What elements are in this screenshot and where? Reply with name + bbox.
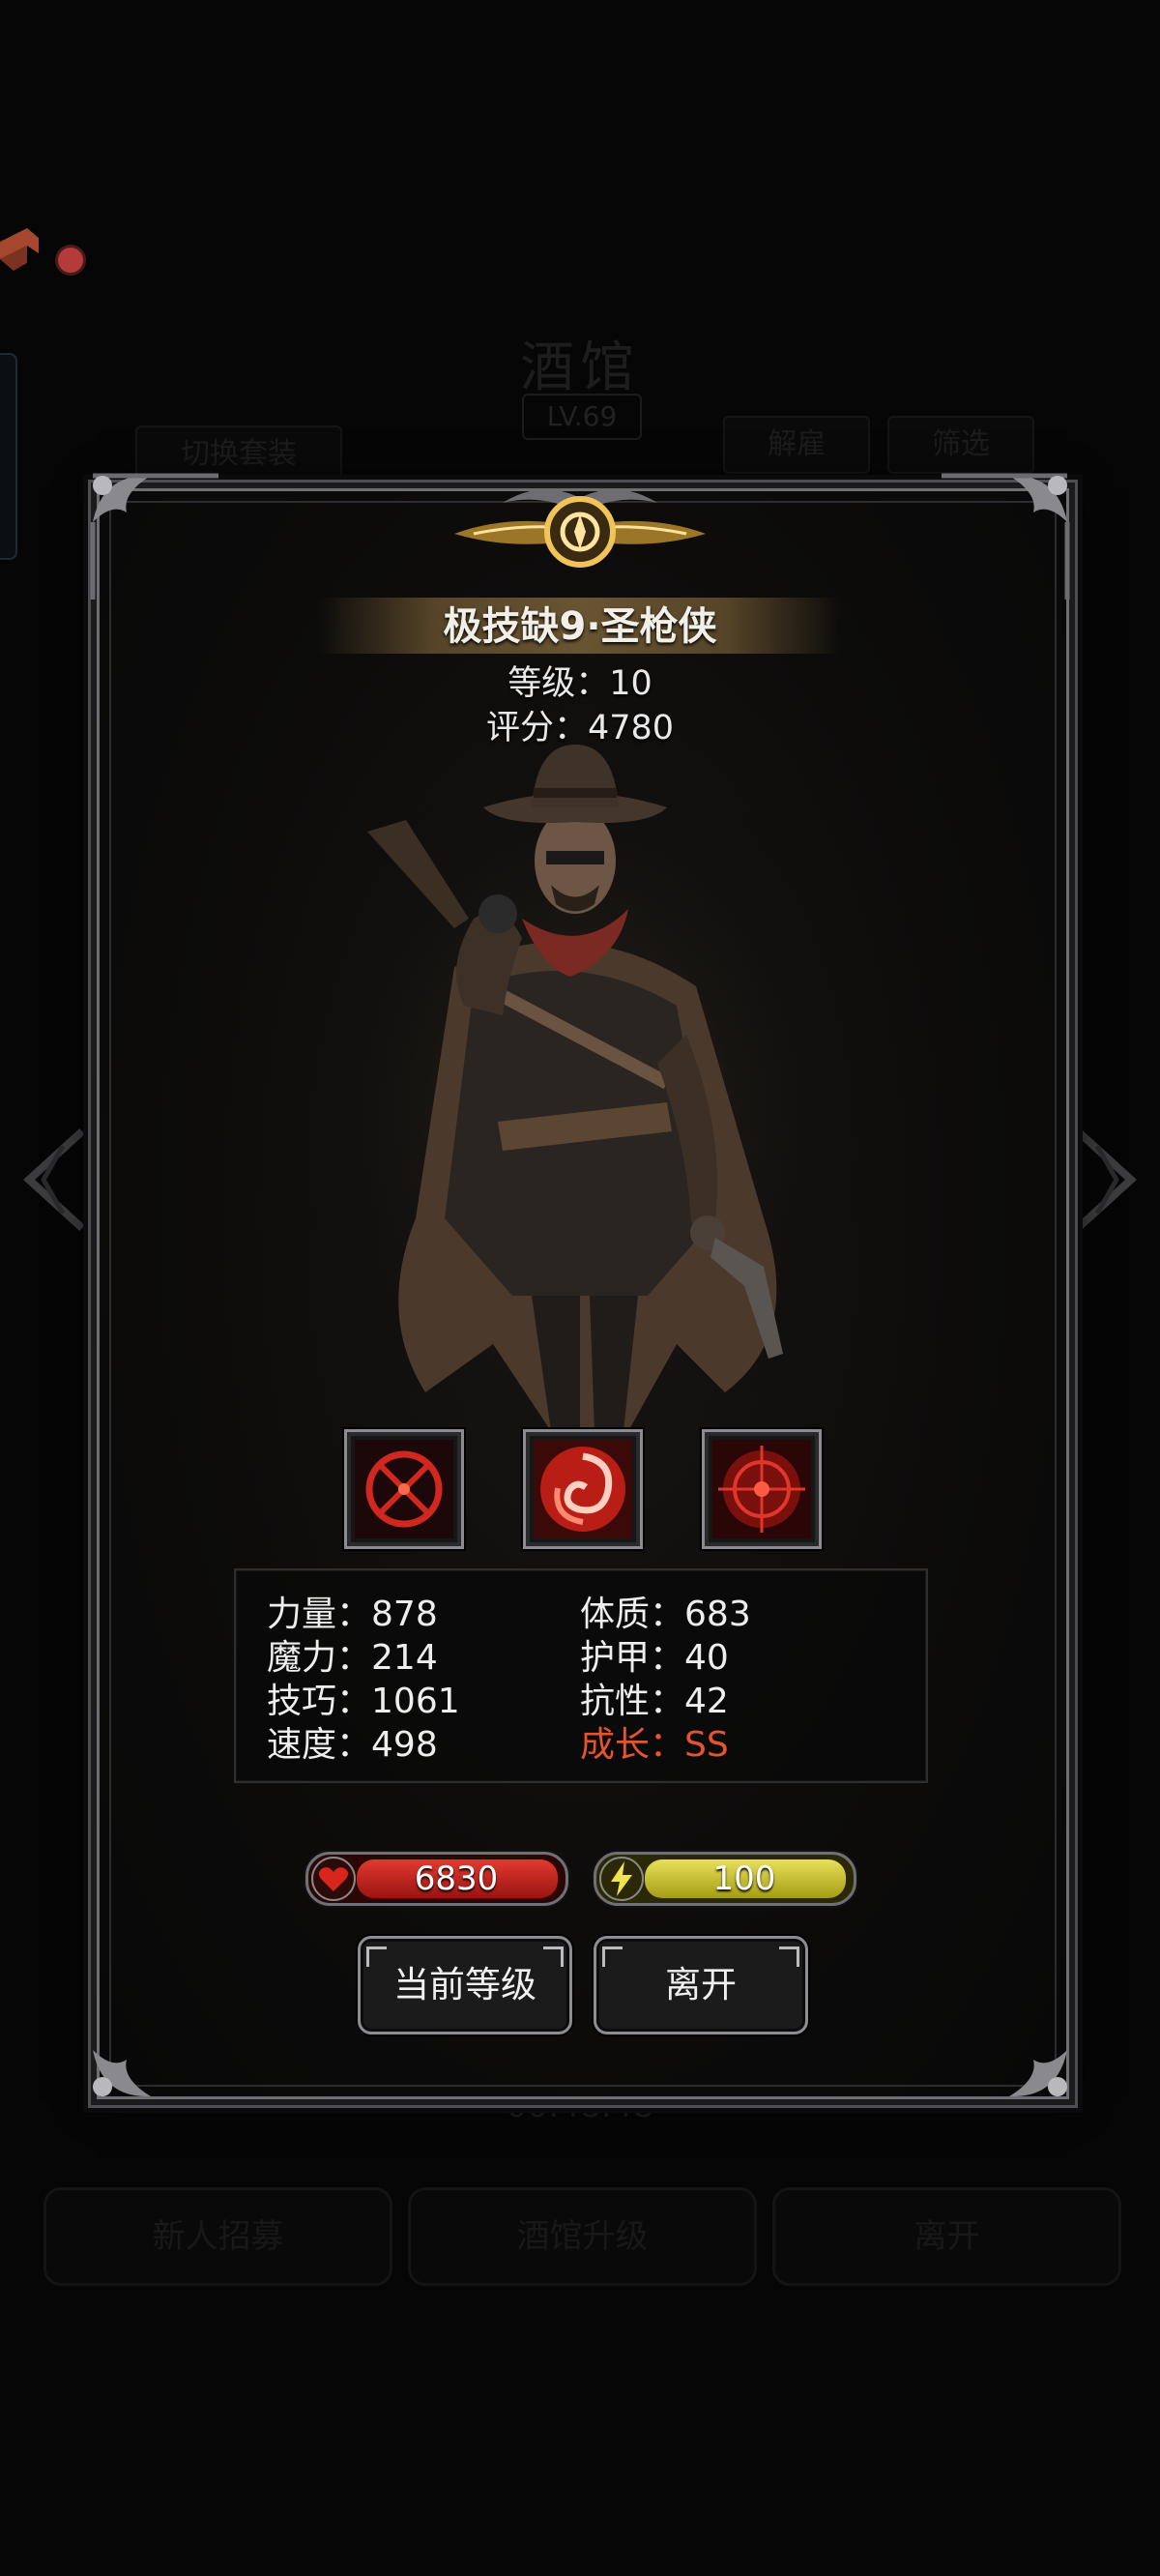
next-hero-arrow-icon[interactable] [1068, 1122, 1146, 1238]
current-level-button[interactable]: 当前等级 [358, 1936, 572, 2034]
hero-name: 极技缺9·圣枪侠 [443, 604, 717, 649]
ornament-corner-icon [1009, 2050, 1067, 2097]
stat-label: 护甲 [580, 1638, 684, 1678]
stat-value: 1061 [371, 1682, 460, 1721]
stat-value: 498 [371, 1725, 438, 1765]
stat-label: 成长 [580, 1725, 684, 1765]
stat-value: 878 [371, 1595, 438, 1634]
home-icon[interactable] [0, 220, 48, 278]
hp-bar: 6830 [305, 1852, 568, 1906]
stat-skill: 技巧1061 [267, 1681, 460, 1723]
stat-armor: 护甲40 [580, 1637, 729, 1680]
stat-constitution: 体质683 [580, 1594, 751, 1636]
tavern-title: 酒馆 [520, 337, 640, 399]
swirl-skill-icon [534, 1440, 632, 1538]
hero-level-label: 等级 [508, 664, 609, 703]
stat-speed: 速度498 [267, 1724, 438, 1767]
stat-value: 42 [684, 1682, 729, 1721]
target-skill-icon [712, 1440, 811, 1538]
screen: 酒馆 LV.69 切换套装 解雇 筛选 00:48:48 新人招募 酒馆升级 离… [0, 0, 1160, 2576]
stat-value: 40 [684, 1638, 729, 1678]
stat-label: 力量 [267, 1595, 371, 1634]
stat-resistance: 抗性42 [580, 1681, 729, 1723]
skill-slot-1[interactable] [344, 1429, 464, 1549]
stat-label: 技巧 [267, 1682, 371, 1721]
skill-slot-3[interactable] [702, 1429, 822, 1549]
stat-strength: 力量878 [267, 1594, 438, 1636]
stat-magic: 魔力214 [267, 1637, 438, 1680]
stat-label: 体质 [580, 1595, 684, 1634]
hero-level: 等级10 [0, 656, 1160, 705]
ornament-corner-icon [90, 473, 218, 600]
hp-value: 6830 [414, 1859, 499, 1898]
stat-value: 214 [371, 1638, 438, 1678]
stat-value: SS [684, 1725, 729, 1765]
crosshair-skill-icon [355, 1440, 453, 1538]
background-leave-button: 离开 [772, 2187, 1121, 2286]
rarity-crest-icon [454, 489, 706, 568]
ornament-corner-icon [93, 2050, 151, 2097]
hero-portrait [271, 735, 889, 1450]
stat-label: 速度 [267, 1725, 371, 1765]
stat-value: 683 [684, 1595, 751, 1634]
energy-value: 100 [712, 1859, 776, 1898]
tavern-upgrade-button: 酒馆升级 [408, 2187, 757, 2286]
leave-button[interactable]: 离开 [594, 1936, 808, 2034]
tavern-level-badge: LV.69 [522, 394, 642, 440]
stat-growth: 成长SS [580, 1724, 729, 1767]
ornament-corner-icon [942, 473, 1070, 600]
skill-slot-2[interactable] [523, 1429, 643, 1549]
notification-dot [58, 248, 83, 273]
hero-level-value: 10 [609, 664, 652, 703]
stat-label: 魔力 [267, 1638, 371, 1678]
stat-label: 抗性 [580, 1682, 684, 1721]
dismiss-tab: 解雇 [723, 416, 870, 474]
new-recruit-button: 新人招募 [44, 2187, 392, 2286]
energy-bar: 100 [594, 1852, 856, 1906]
previous-hero-arrow-icon[interactable] [14, 1122, 92, 1238]
